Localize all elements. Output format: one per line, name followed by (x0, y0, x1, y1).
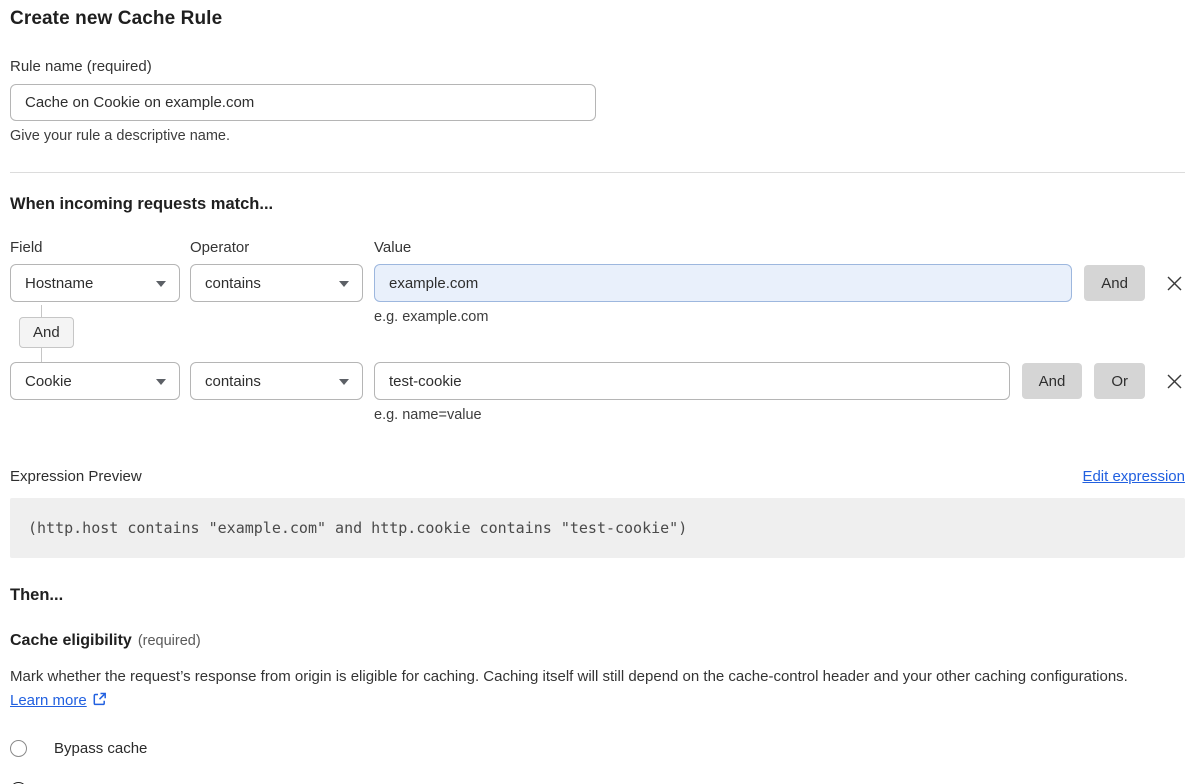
and-button[interactable]: And (1084, 265, 1145, 301)
or-button[interactable]: Or (1094, 363, 1145, 399)
condition-connector: And (10, 316, 1185, 362)
radio-label: Bypass cache (54, 740, 147, 757)
connector-and-chip[interactable]: And (19, 317, 74, 348)
cache-eligibility-description: Mark whether the request’s response from… (10, 665, 1170, 715)
radio-icon (10, 740, 27, 757)
rule-name-help: Give your rule a descriptive name. (10, 128, 1185, 144)
value-column: e.g. name=value (374, 362, 1010, 423)
operator-column-label: Operator (190, 239, 374, 256)
field-select-value: Cookie (25, 373, 72, 390)
section-divider (10, 172, 1185, 173)
page-title: Create new Cache Rule (10, 8, 1185, 30)
condition-row: Cookie contains e.g. name=value And Or (10, 362, 1185, 423)
remove-condition-button[interactable] (1163, 272, 1185, 294)
condition-actions: And (1084, 264, 1185, 302)
caret-down-icon (156, 379, 166, 385)
required-tag: (required) (138, 633, 201, 649)
operator-select[interactable]: contains (190, 264, 363, 302)
then-heading: Then... (10, 586, 1185, 605)
field-select[interactable]: Cookie (10, 362, 180, 400)
field-select-value: Hostname (25, 275, 93, 292)
caret-down-icon (339, 379, 349, 385)
learn-more-link[interactable]: Learn more (10, 692, 87, 709)
external-link-icon (92, 691, 108, 715)
match-section-heading: When incoming requests match... (10, 195, 1185, 214)
edit-expression-link[interactable]: Edit expression (1082, 468, 1185, 485)
condition-actions: And Or (1022, 362, 1185, 400)
remove-condition-button[interactable] (1163, 370, 1185, 392)
field-column-label: Field (10, 239, 190, 256)
cache-eligibility-heading: Cache eligibility (required) (10, 632, 1185, 650)
radio-bypass-cache[interactable]: Bypass cache (10, 740, 1185, 757)
operator-select[interactable]: contains (190, 362, 363, 400)
expression-preview-label: Expression Preview (10, 468, 142, 485)
expression-header: Expression Preview Edit expression (10, 468, 1185, 485)
create-cache-rule-form: Create new Cache Rule Rule name (require… (0, 0, 1200, 784)
close-icon (1166, 275, 1183, 292)
close-icon (1166, 373, 1183, 390)
condition-column-labels: Field Operator Value (10, 239, 1185, 256)
value-input[interactable] (374, 264, 1072, 302)
caret-down-icon (156, 281, 166, 287)
expression-preview-code: (http.host contains "example.com" and ht… (10, 498, 1185, 558)
operator-select-value: contains (205, 373, 261, 390)
value-input[interactable] (374, 362, 1010, 400)
operator-select-value: contains (205, 275, 261, 292)
field-select[interactable]: Hostname (10, 264, 180, 302)
description-text: Mark whether the request’s response from… (10, 668, 1128, 685)
rule-name-input[interactable] (10, 84, 596, 121)
value-column-label: Value (374, 239, 1185, 256)
caret-down-icon (339, 281, 349, 287)
value-hint: e.g. name=value (374, 407, 1010, 423)
cache-eligibility-title: Cache eligibility (10, 632, 132, 649)
and-button[interactable]: And (1022, 363, 1083, 399)
rule-name-label: Rule name (required) (10, 58, 1185, 75)
